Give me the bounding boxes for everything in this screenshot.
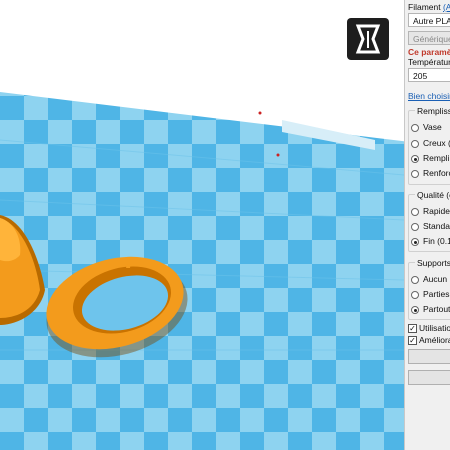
temperature-label: Températur — [408, 57, 450, 67]
marker-dot — [276, 153, 280, 157]
supports-option-label: Aucun — [423, 274, 448, 284]
filament-select-value: Autre PLA — [413, 16, 450, 26]
settings-panel: Filament (A Autre PLA Générique Ce param… — [404, 0, 450, 450]
quality-radio-fast[interactable] — [411, 208, 419, 216]
use-checkbox-label: Utilisatio — [419, 323, 450, 333]
quality-radio-standard[interactable] — [411, 223, 419, 231]
build-plate-scene[interactable] — [0, 0, 404, 450]
3d-viewport[interactable] — [0, 0, 404, 450]
improve-checkbox-label: Améliora — [419, 335, 450, 345]
infill-radio-reinforced[interactable] — [411, 170, 419, 178]
panel-button-1[interactable] — [408, 349, 450, 364]
supports-radio-partial[interactable] — [411, 291, 419, 299]
filament-mode-value: Générique — [413, 34, 450, 44]
infill-option-label: Creux (0 — [423, 138, 450, 148]
infill-radio-solid[interactable] — [411, 155, 419, 163]
supports-title: Supports p — [415, 258, 450, 268]
marker-dot — [258, 111, 262, 115]
filament-help-link[interactable]: (A — [443, 2, 450, 12]
filament-select[interactable]: Autre PLA — [408, 13, 450, 27]
infill-option-label: Rempli — [423, 153, 450, 163]
infill-radio-hollow[interactable] — [411, 140, 419, 148]
infill-option-label: Renforc — [423, 168, 450, 178]
infill-option-label: Vase — [423, 122, 442, 132]
infill-title: Remplissa — [415, 106, 450, 116]
quality-option-label: Rapide ( — [423, 206, 450, 216]
use-checkbox[interactable]: ✓ — [408, 324, 417, 333]
filament-mode-select[interactable]: Générique — [408, 31, 450, 45]
quality-radio-fine[interactable] — [411, 238, 419, 246]
mirror-logo-icon[interactable] — [347, 18, 389, 60]
panel-button-2[interactable] — [408, 370, 450, 385]
supports-radio-none[interactable] — [411, 276, 419, 284]
supports-radio-everywhere[interactable] — [411, 306, 419, 314]
filament-label: Filament — [408, 2, 441, 12]
infill-radio-vase[interactable] — [411, 124, 419, 132]
warning-text: Ce paramè — [408, 47, 450, 57]
filament-heading: Filament (A — [408, 2, 450, 12]
quality-option-label: Standar — [423, 221, 450, 231]
improve-checkbox[interactable]: ✓ — [408, 336, 417, 345]
quality-option-label: Fin (0.10 — [423, 236, 450, 246]
supports-option-label: Parties t — [423, 289, 450, 299]
help-link[interactable]: Bien choisir — [408, 91, 450, 101]
temperature-value: 205 — [413, 71, 428, 81]
temperature-input[interactable]: 205 — [408, 68, 450, 82]
supports-option-label: Partout — [423, 304, 450, 314]
quality-title: Qualité (é — [415, 190, 450, 200]
